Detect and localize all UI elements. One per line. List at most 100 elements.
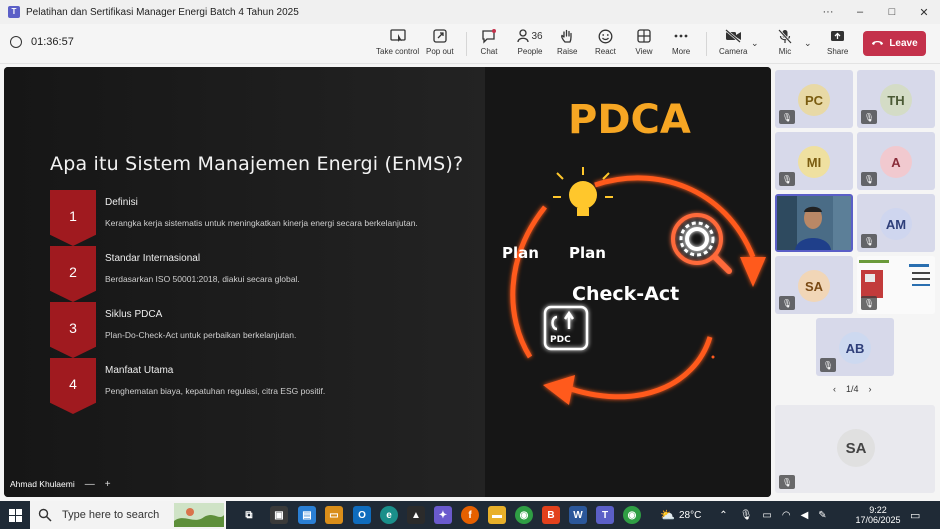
pdca-check-act-label: Check-Act [572,283,680,305]
outlook-icon[interactable]: O [353,506,371,524]
slide-title: Apa itu Sistem Manajemen Energi (EnMS)? [50,153,464,175]
teams-icon[interactable]: T [596,506,614,524]
timer-text: 01:36:57 [31,36,74,48]
toolbar-divider [466,32,467,56]
number-chevron: 2 [50,246,96,302]
participant-tile[interactable]: SA 🎙 [775,256,853,314]
word-icon[interactable]: W [569,506,587,524]
folder-icon[interactable]: ▬ [488,506,506,524]
view-icon [635,28,653,44]
participant-tile[interactable]: AB 🎙 [816,318,894,376]
photos-icon[interactable]: ▲ [407,506,425,524]
people-icon: 36 [515,28,545,44]
item-description: Kerangka kerja sistematis untuk meningka… [105,218,418,228]
microphone-icon[interactable]: 🎙 [740,510,753,521]
mic-muted-icon: 🎙 [779,296,795,310]
pdca-title: PDCA [568,97,691,143]
file-explorer-icon[interactable]: ▭ [325,506,343,524]
slide-item: 2 Standar Internasional Berdasarkan ISO … [50,246,470,302]
tray-app-icon[interactable]: ▭ [762,510,771,521]
chrome-profile-icon[interactable]: ◉ [623,506,641,524]
number-chevron: 4 [50,358,96,414]
leave-button[interactable]: Leave [863,31,926,56]
search-icon [38,508,52,522]
chat-button[interactable]: Chat [480,28,498,56]
pen-icon[interactable]: ✎ [818,510,826,521]
number-chevron: 1 [50,190,96,246]
mic-options-chevron[interactable]: ⌄ [804,38,812,49]
share-button[interactable]: Share [827,28,848,56]
window-controls: ··· – □ ✕ [812,0,940,24]
clock-date: 17/06/2025 [855,515,901,525]
shared-screen-stage: Apa itu Sistem Manajemen Energi (EnMS)? … [4,67,771,497]
more-options-icon[interactable]: ··· [812,0,844,24]
zoom-in-button[interactable]: + [105,479,111,490]
avatar: SA [837,429,875,467]
copilot-icon[interactable]: ✦ [434,506,452,524]
pager-label: 1/4 [846,384,859,394]
edge-icon[interactable]: e [380,506,398,524]
meeting-toolbar: 01:36:57 Take control Pop out Chat 36 Pe… [0,24,940,64]
task-view-icon[interactable]: ⧉ [240,506,258,524]
chevron-up-icon[interactable]: ⌃ [719,510,727,521]
firefox-icon[interactable]: f [461,506,479,524]
volume-icon[interactable]: ◀ [801,510,809,521]
app-icon[interactable]: ▣ [270,506,288,524]
participant-screenshare-tile[interactable]: 🎙 [857,256,935,314]
pdca-plan-label-left: Plan [502,244,539,262]
pager-prev-button[interactable]: ‹ [833,384,836,394]
store-icon[interactable]: ▤ [298,506,316,524]
raise-hand-button[interactable]: Raise [557,28,577,56]
maximize-button[interactable]: □ [876,0,908,24]
participant-tile[interactable]: PC 🎙 [775,70,853,128]
mic-muted-icon: 🎙 [779,110,795,124]
participant-tile[interactable]: MI 🎙 [775,132,853,190]
brave-icon[interactable]: B [542,506,560,524]
weather-icon: ⛅ [660,508,675,522]
participant-video [777,196,851,250]
share-icon [829,28,847,44]
window-title: Pelatihan dan Sertifikasi Manager Energi… [26,6,299,18]
chrome-icon[interactable]: ◉ [515,506,533,524]
avatar: PC [798,84,830,116]
camera-options-chevron[interactable]: ⌄ [751,38,759,49]
more-button[interactable]: More [672,28,690,56]
search-highlight-image [174,503,224,527]
mic-muted-icon: 🎙 [779,475,795,489]
take-control-button[interactable]: Take control [376,28,419,56]
participant-tile-large[interactable]: SA 🎙 [775,405,935,493]
lightbulb-icon [553,167,613,216]
participant-tile[interactable]: A 🎙 [857,132,935,190]
participant-tile[interactable]: TH 🎙 [857,70,935,128]
chevron-down-icon: ⌄ [751,38,759,48]
mic-button[interactable]: Mic [776,28,794,56]
teams-app-icon: T [8,6,20,18]
taskbar-search-box[interactable]: Type here to search [30,501,226,529]
view-button[interactable]: View [635,28,653,56]
windows-start-icon[interactable] [0,501,30,529]
pager-next-button[interactable]: › [869,384,872,394]
camera-button[interactable]: Camera [719,28,747,56]
meeting-timer: 01:36:57 [10,36,74,48]
pop-out-button[interactable]: Pop out [426,28,454,56]
minimize-button[interactable]: – [844,0,876,24]
weather-temp[interactable]: 28°C [679,510,701,521]
people-button[interactable]: 36 People [515,28,545,56]
notifications-icon[interactable]: ▭ [910,501,920,529]
presenter-name: Ahmad Khulaemi [10,479,75,489]
zoom-out-button[interactable]: — [85,479,95,490]
avatar: SA [798,270,830,302]
item-heading: Standar Internasional [105,253,201,264]
participant-video-tile[interactable] [775,194,853,252]
close-window-button[interactable]: ✕ [908,0,940,24]
number-chevron: 3 [50,302,96,358]
shield-icon [10,36,22,48]
phone-hangup-icon [871,38,884,49]
participant-tile[interactable]: AM 🎙 [857,194,935,252]
clock[interactable]: 9:22 17/06/2025 [855,501,901,529]
item-description: Berdasarkan ISO 50001:2018, diakui secar… [105,274,300,284]
wifi-icon[interactable]: ◠ [782,510,791,521]
react-button[interactable]: React [595,28,616,56]
presenter-name-tag: Ahmad Khulaemi — + [10,476,111,492]
toolbar-divider [706,32,707,56]
